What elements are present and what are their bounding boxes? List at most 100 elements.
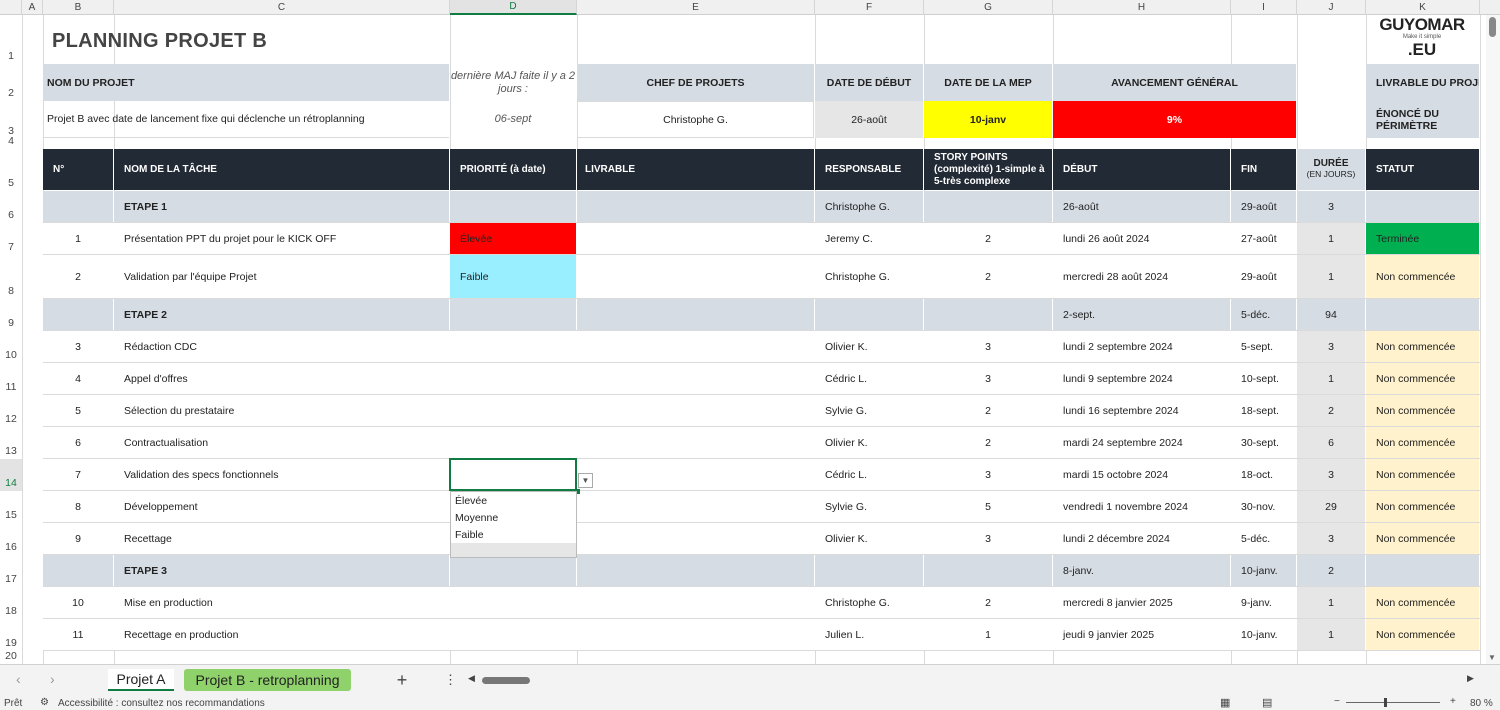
cell-resp[interactable]: [815, 555, 923, 586]
cell-debut[interactable]: mardi 15 octobre 2024: [1053, 459, 1230, 490]
cell-debut[interactable]: 26-août: [1053, 191, 1230, 222]
cell-livrable[interactable]: [577, 363, 814, 394]
cell-resp[interactable]: Olivier K.: [815, 427, 923, 458]
row-header-14[interactable]: 14: [0, 459, 22, 491]
accessibility-status[interactable]: Accessibilité : consultez nos recommanda…: [58, 698, 265, 709]
dropdown-option-faible[interactable]: Faible: [451, 526, 576, 543]
row-header-4[interactable]: 4: [0, 135, 22, 149]
cell-num[interactable]: 9: [43, 523, 113, 554]
vertical-scrollbar[interactable]: ▼: [1486, 15, 1500, 664]
cell-duree[interactable]: 2: [1297, 395, 1365, 426]
cell-priority[interactable]: [450, 395, 576, 426]
row-header-20[interactable]: 20: [0, 650, 22, 664]
cell-duree[interactable]: 3: [1297, 523, 1365, 554]
cell-sp[interactable]: [924, 191, 1052, 222]
cell-fin[interactable]: 30-sept.: [1231, 427, 1296, 458]
cell-statut[interactable]: Non commencée: [1366, 255, 1479, 298]
cell-priority[interactable]: [450, 331, 576, 362]
cell-sp[interactable]: [924, 555, 1052, 586]
cell-statut[interactable]: Non commencée: [1366, 491, 1479, 522]
cell-duree[interactable]: 6: [1297, 427, 1365, 458]
horizontal-scroll-thumb[interactable]: [482, 677, 530, 684]
scroll-down-icon[interactable]: ▼: [1488, 653, 1496, 662]
row-header-6[interactable]: 6: [0, 191, 22, 223]
cell-fin[interactable]: 10-janv.: [1231, 555, 1296, 586]
row-header-16[interactable]: 16: [0, 523, 22, 555]
cell-duree[interactable]: 1: [1297, 587, 1365, 618]
dropdown-arrow-icon[interactable]: ▼: [578, 473, 593, 488]
cell-sp[interactable]: 5: [924, 491, 1052, 522]
cell-fin[interactable]: 10-sept.: [1231, 363, 1296, 394]
cell-num[interactable]: [43, 191, 113, 222]
cell-livrable[interactable]: [577, 255, 814, 298]
cell-resp[interactable]: Christophe G.: [815, 191, 923, 222]
cell-task[interactable]: Sélection du prestataire: [114, 395, 449, 426]
progress-value[interactable]: 9%: [1053, 101, 1296, 138]
cell-num[interactable]: 1: [43, 223, 113, 254]
cell-num[interactable]: 3: [43, 331, 113, 362]
row-header-5[interactable]: 5: [0, 149, 22, 191]
cell-task[interactable]: Recettage: [114, 523, 449, 554]
cell-task[interactable]: Validation des specs fonctionnels: [114, 459, 449, 490]
cell-resp[interactable]: Olivier K.: [815, 331, 923, 362]
cell-task[interactable]: Validation par l'équipe Projet: [114, 255, 449, 298]
cell-statut[interactable]: Non commencée: [1366, 459, 1479, 490]
chef-value[interactable]: Christophe G.: [577, 101, 814, 138]
cell-num[interactable]: [43, 555, 113, 586]
cell-debut[interactable]: mercredi 8 janvier 2025: [1053, 587, 1230, 618]
cell-statut[interactable]: [1366, 191, 1479, 222]
project-name-value[interactable]: Projet B avec date de lancement fixe qui…: [43, 101, 449, 138]
cell-duree[interactable]: 3: [1297, 331, 1365, 362]
cell-sp[interactable]: 3: [924, 459, 1052, 490]
cell-priority[interactable]: [450, 363, 576, 394]
next-sheet-icon[interactable]: ›: [50, 671, 55, 687]
column-header-c[interactable]: C: [114, 0, 450, 15]
cell-num[interactable]: 10: [43, 587, 113, 618]
cell-sp[interactable]: 1: [924, 619, 1052, 650]
row-header-12[interactable]: 12: [0, 395, 22, 427]
cell-resp[interactable]: Christophe G.: [815, 255, 923, 298]
row-header-17[interactable]: 17: [0, 555, 22, 587]
cell-debut[interactable]: mercredi 28 août 2024: [1053, 255, 1230, 298]
cell-resp[interactable]: Jeremy C.: [815, 223, 923, 254]
cell-fin[interactable]: 29-août: [1231, 255, 1296, 298]
cell-duree[interactable]: 1: [1297, 223, 1365, 254]
cell-task[interactable]: ETAPE 2: [114, 299, 449, 330]
cell-task[interactable]: Contractualisation: [114, 427, 449, 458]
cell-duree[interactable]: 2: [1297, 555, 1365, 586]
cell-num[interactable]: 5: [43, 395, 113, 426]
cell-sp[interactable]: [924, 299, 1052, 330]
mep-date-value[interactable]: 10-janv: [924, 101, 1052, 138]
cell-debut[interactable]: lundi 26 août 2024: [1053, 223, 1230, 254]
cell-livrable[interactable]: [577, 619, 814, 650]
cell-task[interactable]: Rédaction CDC: [114, 331, 449, 362]
cell-debut[interactable]: 2-sept.: [1053, 299, 1230, 330]
cell-num[interactable]: [43, 299, 113, 330]
cell-task[interactable]: Présentation PPT du projet pour le KICK …: [114, 223, 449, 254]
row-header-19[interactable]: 19: [0, 619, 22, 651]
row-header-1[interactable]: 1: [0, 15, 22, 64]
row-header-13[interactable]: 13: [0, 427, 22, 459]
cell-fin[interactable]: 18-sept.: [1231, 395, 1296, 426]
cell-fin[interactable]: 9-janv.: [1231, 587, 1296, 618]
cell-fin[interactable]: 5-déc.: [1231, 299, 1296, 330]
scroll-right-icon[interactable]: ▶: [1467, 673, 1474, 684]
cell-num[interactable]: 6: [43, 427, 113, 458]
selected-cell[interactable]: [449, 458, 577, 491]
cell-task[interactable]: Recettage en production: [114, 619, 449, 650]
dropdown-option-empty[interactable]: [451, 543, 576, 557]
tab-projet-b[interactable]: Projet B - retroplanning: [184, 669, 351, 691]
column-header-g[interactable]: G: [924, 0, 1053, 15]
cell-resp[interactable]: Sylvie G.: [815, 491, 923, 522]
cell-fin[interactable]: 10-janv.: [1231, 619, 1296, 650]
cell-fin[interactable]: 30-nov.: [1231, 491, 1296, 522]
cell-debut[interactable]: jeudi 9 janvier 2025: [1053, 619, 1230, 650]
cell-num[interactable]: 2: [43, 255, 113, 298]
cell-statut[interactable]: Non commencée: [1366, 395, 1479, 426]
column-header-e[interactable]: E: [577, 0, 815, 15]
add-sheet-button[interactable]: +: [390, 669, 414, 691]
cell-livrable[interactable]: [577, 587, 814, 618]
column-header-d[interactable]: D: [450, 0, 577, 15]
cell-livrable[interactable]: [577, 299, 814, 330]
cell-livrable[interactable]: [577, 427, 814, 458]
